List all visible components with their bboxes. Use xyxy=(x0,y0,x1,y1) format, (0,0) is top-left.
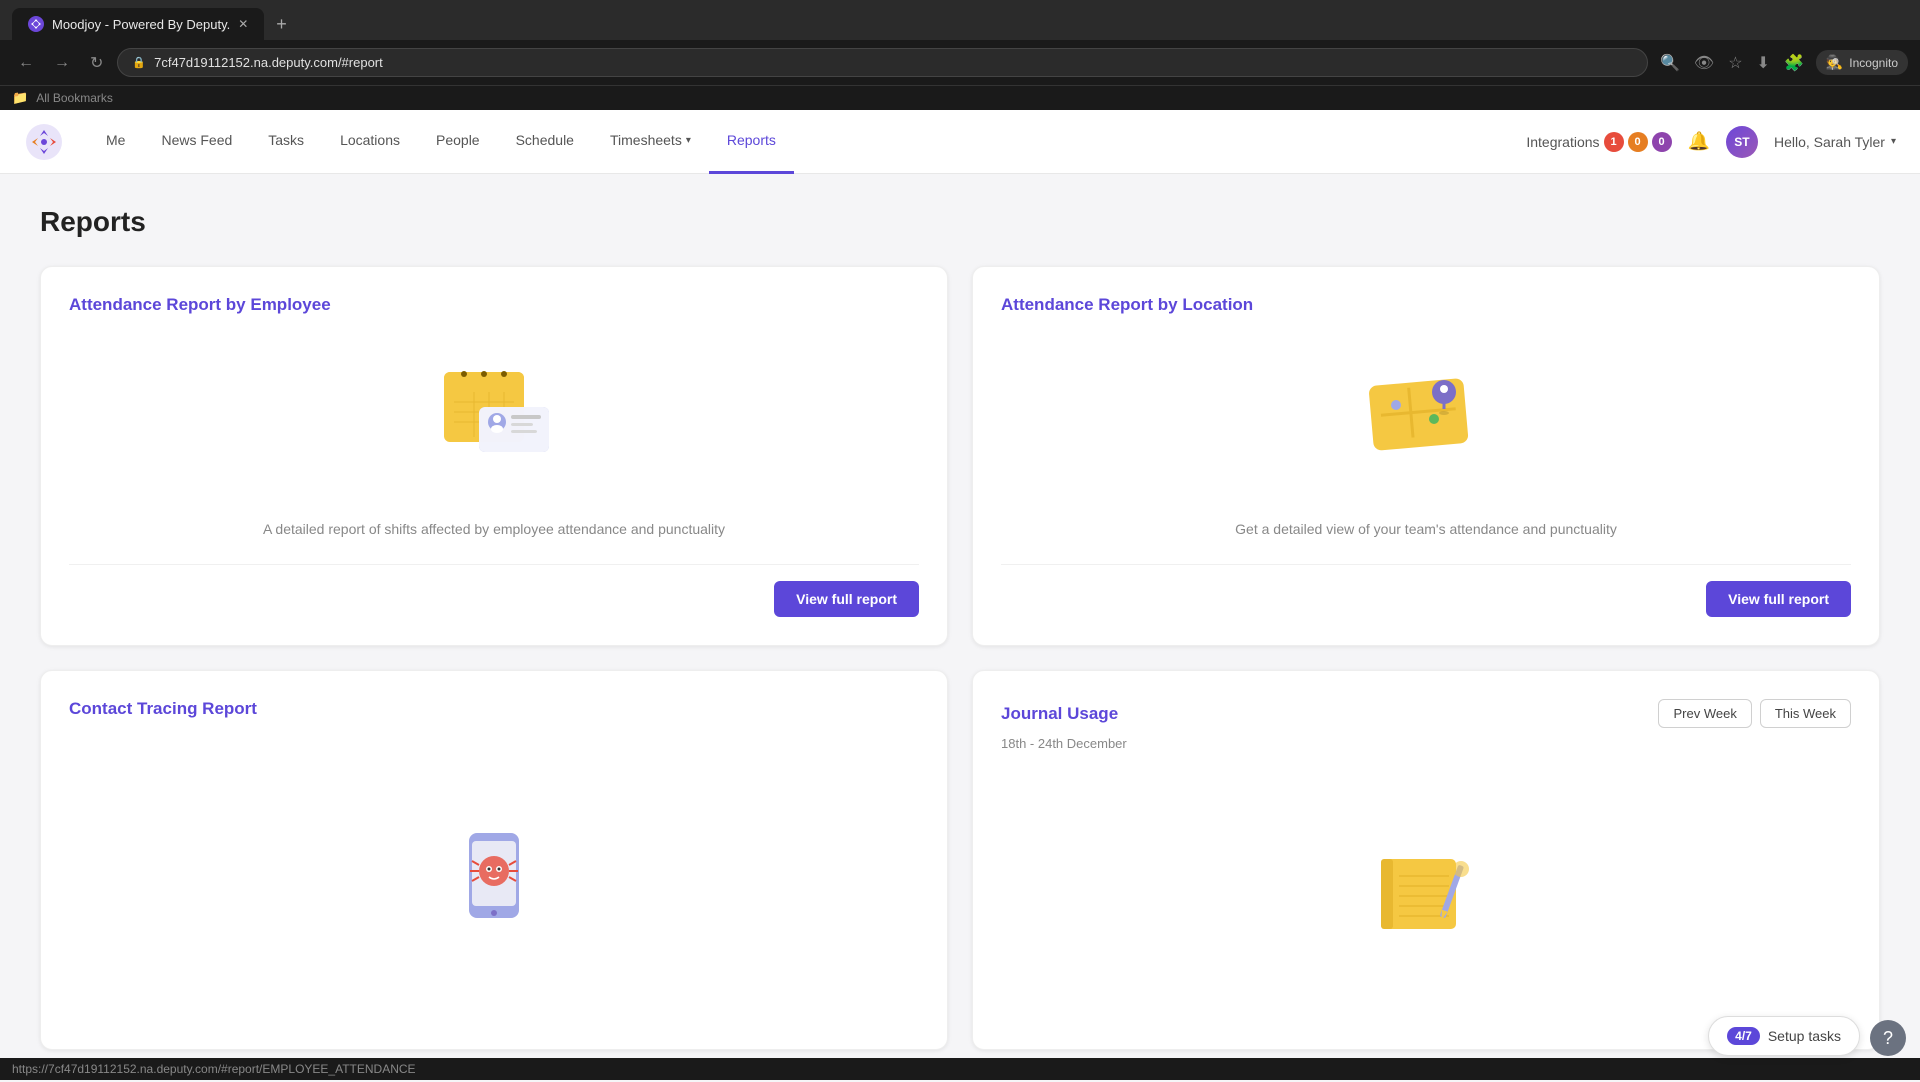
bookmarks-label: All Bookmarks xyxy=(36,91,113,105)
report-description-location-attendance: Get a detailed view of your team's atten… xyxy=(1001,519,1851,540)
contact-tracing-illustration xyxy=(434,823,554,933)
app-container: Me News Feed Tasks Locations People Sche… xyxy=(0,110,1920,1082)
help-button[interactable]: ? xyxy=(1870,1020,1906,1056)
incognito-label: Incognito xyxy=(1849,56,1898,70)
status-url: https://7cf47d19112152.na.deputy.com/#re… xyxy=(12,1062,416,1076)
report-card-contact-tracing: Contact Tracing Report xyxy=(40,670,948,1050)
setup-tasks-button[interactable]: 4/7 Setup tasks xyxy=(1708,1016,1860,1056)
refresh-button[interactable]: ↻ xyxy=(84,49,109,77)
back-button[interactable]: ← xyxy=(12,50,40,76)
main-content: Reports Attendance Report by Employee xyxy=(0,174,1920,1082)
forward-button[interactable]: → xyxy=(48,50,76,76)
location-attendance-illustration xyxy=(1356,357,1496,477)
this-week-button[interactable]: This Week xyxy=(1760,699,1851,728)
setup-tasks-badge: 4/7 xyxy=(1727,1027,1760,1045)
reports-grid: Attendance Report by Employee xyxy=(40,266,1880,1050)
tab-close-button[interactable]: ✕ xyxy=(238,17,248,31)
view-full-report-employee-button[interactable]: View full report xyxy=(774,581,919,617)
nav-item-locations[interactable]: Locations xyxy=(322,110,418,174)
extensions-icon[interactable]: 🧩 xyxy=(1780,49,1808,77)
page-title: Reports xyxy=(40,206,1880,238)
download-icon[interactable]: ⬇ xyxy=(1753,49,1774,77)
user-dropdown-arrow-icon: ▾ xyxy=(1891,136,1896,147)
report-illustration-journal xyxy=(1001,767,1851,1021)
integrations-label: Integrations xyxy=(1526,134,1599,150)
nav-item-tasks[interactable]: Tasks xyxy=(250,110,322,174)
incognito-badge: 🕵 Incognito xyxy=(1816,50,1908,75)
integrations-button[interactable]: Integrations 1 0 0 xyxy=(1526,132,1671,152)
url-text: 7cf47d19112152.na.deputy.com/#report xyxy=(154,55,1633,70)
report-card-location-attendance: Attendance Report by Location xyxy=(972,266,1880,646)
status-bar: https://7cf47d19112152.na.deputy.com/#re… xyxy=(0,1058,1920,1080)
tab-favicon xyxy=(28,16,44,32)
journal-illustration xyxy=(1361,844,1491,944)
integration-dot-red: 1 xyxy=(1604,132,1624,152)
dropdown-arrow-icon: ▾ xyxy=(686,135,691,146)
report-card-journal-usage: Journal Usage Prev Week This Week 18th -… xyxy=(972,670,1880,1050)
new-tab-button[interactable]: + xyxy=(268,10,295,39)
report-illustration-contact-tracing xyxy=(69,735,919,1021)
nav-item-people[interactable]: People xyxy=(418,110,498,174)
app-logo[interactable] xyxy=(24,122,64,162)
tab-title: Moodjoy - Powered By Deputy. xyxy=(52,17,230,32)
active-tab[interactable]: Moodjoy - Powered By Deputy. ✕ xyxy=(12,8,264,40)
journal-usage-header: Journal Usage Prev Week This Week xyxy=(1001,699,1851,728)
nav-items: Me News Feed Tasks Locations People Sche… xyxy=(88,110,1526,174)
user-avatar: ST xyxy=(1726,126,1758,158)
reader-mode-icon[interactable]: 👁 xyxy=(1690,49,1718,77)
toolbar-icons: 🔍 👁 ☆ ⬇ 🧩 xyxy=(1656,49,1808,77)
top-navigation: Me News Feed Tasks Locations People Sche… xyxy=(0,110,1920,174)
browser-toolbar: ← → ↻ 🔒 7cf47d19112152.na.deputy.com/#re… xyxy=(0,40,1920,85)
incognito-icon: 🕵 xyxy=(1826,54,1843,71)
view-full-report-location-button[interactable]: View full report xyxy=(1706,581,1851,617)
journal-week-range: 18th - 24th December xyxy=(1001,736,1851,751)
user-greeting-text: Hello, Sarah Tyler xyxy=(1774,134,1885,150)
prev-week-button[interactable]: Prev Week xyxy=(1658,699,1751,728)
report-illustration-employee xyxy=(69,331,919,503)
nav-item-reports[interactable]: Reports xyxy=(709,110,794,174)
report-description-employee-attendance: A detailed report of shifts affected by … xyxy=(69,519,919,540)
search-icon[interactable]: 🔍 xyxy=(1656,49,1684,77)
setup-tasks-label: Setup tasks xyxy=(1768,1028,1841,1044)
nav-right: Integrations 1 0 0 🔔 ST Hello, Sarah Tyl… xyxy=(1526,126,1896,158)
address-bar[interactable]: 🔒 7cf47d19112152.na.deputy.com/#report xyxy=(117,48,1648,77)
nav-item-schedule[interactable]: Schedule xyxy=(498,110,592,174)
browser-chrome: Moodjoy - Powered By Deputy. ✕ + ← → ↻ 🔒… xyxy=(0,0,1920,110)
report-footer-location-attendance: View full report xyxy=(1001,564,1851,617)
tab-bar: Moodjoy - Powered By Deputy. ✕ + xyxy=(0,0,1920,40)
user-initials: ST xyxy=(1734,135,1749,149)
report-illustration-location xyxy=(1001,331,1851,503)
integration-dot-purple: 0 xyxy=(1652,132,1672,152)
nav-item-newsfeed[interactable]: News Feed xyxy=(143,110,250,174)
report-title-journal-usage[interactable]: Journal Usage xyxy=(1001,704,1118,724)
nav-item-timesheets[interactable]: Timesheets ▾ xyxy=(592,110,709,174)
lock-icon: 🔒 xyxy=(132,56,146,69)
report-title-contact-tracing[interactable]: Contact Tracing Report xyxy=(69,699,919,719)
report-title-location-attendance[interactable]: Attendance Report by Location xyxy=(1001,295,1851,315)
user-greeting[interactable]: Hello, Sarah Tyler ▾ xyxy=(1774,134,1896,150)
notifications-bell-icon[interactable]: 🔔 xyxy=(1688,131,1710,152)
employee-attendance-illustration xyxy=(424,357,564,477)
report-title-employee-attendance[interactable]: Attendance Report by Employee xyxy=(69,295,919,315)
nav-item-me[interactable]: Me xyxy=(88,110,143,174)
bookmarks-bar: 📁 All Bookmarks xyxy=(0,85,1920,110)
bookmarks-folder-icon: 📁 xyxy=(12,90,28,106)
integration-dot-orange: 0 xyxy=(1628,132,1648,152)
bookmark-icon[interactable]: ☆ xyxy=(1724,49,1746,77)
report-footer-employee-attendance: View full report xyxy=(69,564,919,617)
report-card-employee-attendance: Attendance Report by Employee xyxy=(40,266,948,646)
week-navigation: Prev Week This Week xyxy=(1658,699,1851,728)
